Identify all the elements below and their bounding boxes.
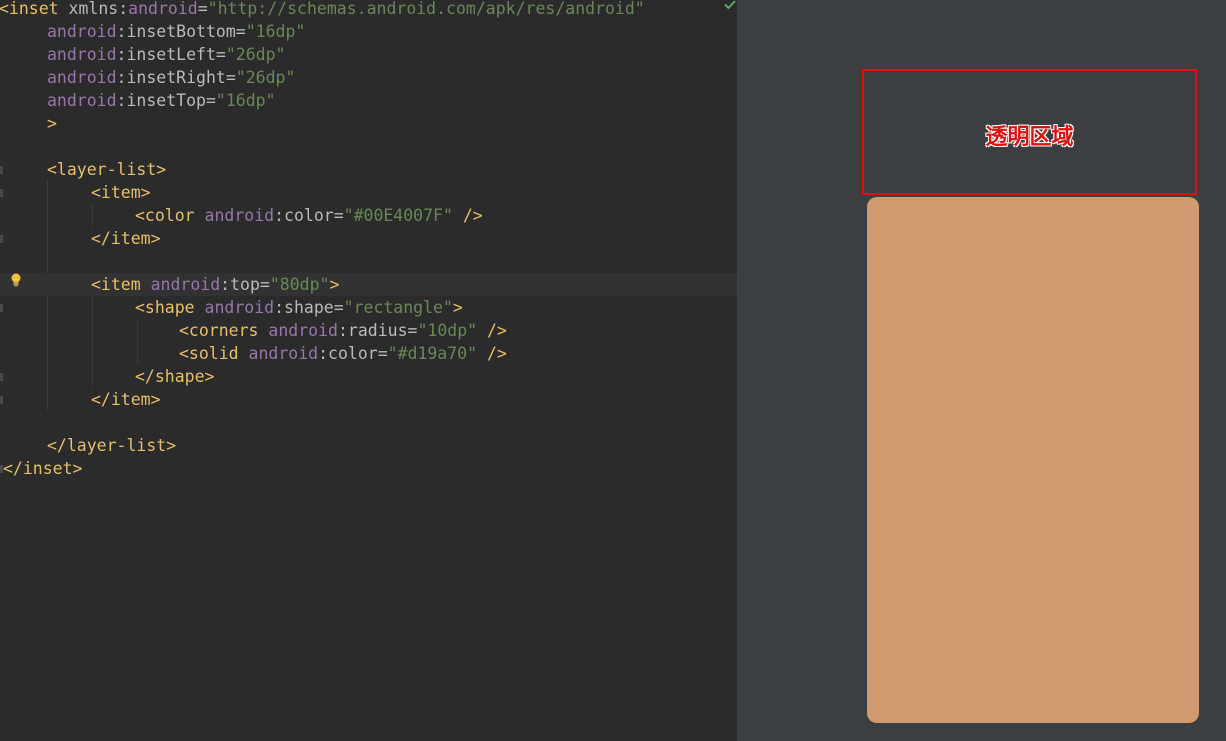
xml-attribute: insetBottom (126, 22, 236, 41)
xml-tag: <corners (179, 321, 259, 340)
xml-attribute: xmlns (68, 0, 119, 18)
xml-value: "#00E4007F" (343, 206, 453, 225)
xml-tag: <inset (0, 0, 59, 18)
xml-tag: <color (135, 206, 195, 225)
transparent-region-highlight: 透明区域 (862, 69, 1197, 195)
code-line[interactable]: android:insetTop="16dp" (0, 89, 737, 112)
xml-value: "#d19a70" (387, 344, 478, 363)
code-line[interactable]: > (0, 112, 737, 135)
xml-value: "26dp" (225, 45, 286, 64)
xml-attribute: top (230, 275, 260, 294)
code-line[interactable]: </shape> (0, 365, 737, 388)
code-line[interactable]: </item> (0, 388, 737, 411)
xml-namespace: android (128, 0, 198, 18)
xml-tag: </item> (91, 390, 161, 409)
code-line[interactable]: <shape android:shape="rectangle"> (0, 296, 737, 319)
fold-marker[interactable] (0, 373, 3, 381)
xml-value: "10dp" (417, 321, 478, 340)
xml-attribute: radius (347, 321, 408, 340)
code-line[interactable]: <item> (0, 181, 737, 204)
region-label: 透明区域 (985, 125, 1074, 150)
fold-marker[interactable] (0, 396, 3, 404)
xml-attribute: insetRight (126, 68, 226, 87)
xml-namespace: android (150, 275, 221, 294)
xml-tag: </inset> (3, 459, 83, 478)
code-line[interactable]: android:insetLeft="26dp" (0, 43, 737, 66)
check-icon[interactable] (724, 0, 736, 9)
code-line[interactable]: <color android:color="#00E4007F" /> (0, 204, 737, 227)
code-line[interactable]: </layer-list> (0, 434, 737, 457)
xml-namespace: android (248, 344, 319, 363)
code-line[interactable]: <layer-list> (0, 158, 737, 181)
code-line[interactable]: <corners android:radius="10dp" /> (0, 319, 737, 342)
xml-tag: </item> (91, 229, 161, 248)
xml-value: "26dp" (235, 68, 296, 87)
code-line[interactable]: </item> (0, 227, 737, 250)
fold-marker[interactable] (0, 235, 3, 243)
xml-attribute: color (284, 206, 334, 225)
drawable-preview-panel: 透明区域 (739, 0, 1226, 741)
code-line[interactable]: android:insetBottom="16dp" (0, 20, 737, 43)
fold-marker[interactable] (0, 166, 3, 174)
xml-attribute: insetLeft (126, 45, 216, 64)
xml-tag: <shape (135, 298, 195, 317)
xml-value: "rectangle" (343, 298, 453, 317)
lightbulb-icon[interactable] (10, 273, 22, 287)
rounded-rectangle-shape (867, 197, 1199, 723)
xml-namespace: android (47, 45, 117, 64)
xml-tag: </shape> (135, 367, 215, 386)
code-line[interactable]: <solid android:color="#d19a70" /> (0, 342, 737, 365)
xml-tag: <item (91, 275, 141, 294)
xml-namespace: android (47, 68, 117, 87)
xml-attribute: insetTop (126, 91, 206, 110)
xml-attribute: color (328, 344, 378, 363)
fold-marker[interactable] (0, 189, 3, 197)
code-line[interactable]: <inset xmlns:android="http://schemas.and… (0, 0, 737, 20)
code-line[interactable]: android:insetRight="26dp" (0, 66, 737, 89)
xml-tag: <item> (91, 183, 151, 202)
code-line[interactable]: </inset> (0, 457, 737, 480)
code-line-current[interactable]: <item android:top="80dp"> (0, 273, 737, 296)
xml-tag: <layer-list> (47, 160, 167, 179)
xml-namespace: android (47, 91, 117, 110)
xml-value: "http://schemas.android.com/apk/res/andr… (207, 0, 645, 18)
xml-value: "16dp" (215, 91, 276, 110)
xml-tag: > (47, 114, 57, 133)
xml-value: "80dp" (269, 275, 330, 294)
xml-namespace: android (268, 321, 338, 340)
xml-tag: </layer-list> (47, 436, 177, 455)
xml-namespace: android (204, 206, 275, 225)
fold-marker[interactable] (0, 304, 3, 312)
code-editor[interactable]: <inset xmlns:android="http://schemas.and… (0, 0, 737, 741)
xml-namespace: android (204, 298, 275, 317)
fold-marker[interactable] (0, 465, 3, 473)
xml-namespace: android (47, 22, 117, 41)
xml-attribute: shape (284, 298, 334, 317)
xml-value: "16dp" (245, 22, 306, 41)
xml-tag: <solid (179, 344, 239, 363)
